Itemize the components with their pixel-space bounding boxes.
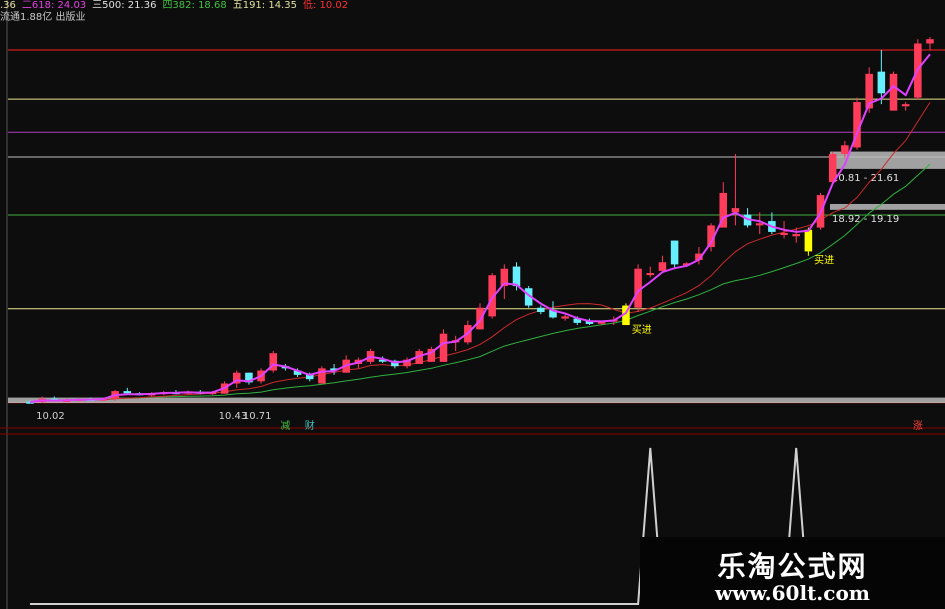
candle-body <box>877 71 886 94</box>
candle-body <box>901 104 910 107</box>
chart-annotation: 10.02 <box>36 411 65 422</box>
chart-window: 20.81 - 21.61 18.92 - 19.19 买进 买进 10.02 10.43… <box>0 0 945 609</box>
stock-info: 流通1.88亿 出版业 <box>0 12 86 23</box>
candle-body <box>926 39 934 44</box>
candle-body <box>123 391 132 394</box>
chart-annotation: 买进 <box>632 324 652 336</box>
price-zone <box>830 203 945 210</box>
legend-item: 低: 10.02 <box>302 0 349 11</box>
oscillator-marker: 财 <box>305 419 315 432</box>
ma-fast-line <box>29 53 931 404</box>
candle-body <box>512 266 521 287</box>
candle-body <box>561 316 569 319</box>
candle-body <box>780 232 788 235</box>
legend-item: 三500: 21.36 <box>92 0 157 11</box>
zone-label: 20.81 - 21.61 <box>832 173 899 184</box>
candle-body <box>658 262 667 271</box>
ma-legend: .36 二618: 24.03 三500: 21.36 四382: 18.68 五191… <box>0 0 354 12</box>
legend-item: .36 <box>0 0 16 11</box>
candle-body <box>889 73 898 111</box>
legend-item: 五191: 14.35 <box>232 0 297 11</box>
price-zone <box>8 397 945 404</box>
candle-body <box>755 223 764 226</box>
oscillator-marker: 减 <box>280 420 290 432</box>
oscillator-marker: 涨 <box>913 420 923 432</box>
candle-body <box>439 333 448 362</box>
candlestick-chart[interactable]: 20.81 - 21.6118.92 - 19.19买进买进10.02 10.43… <box>0 0 945 609</box>
legend-item: 二618: 24.03 <box>21 0 87 11</box>
candle-body <box>804 229 813 252</box>
watermark: 乐淘公式网 www.60lt.com <box>640 537 945 609</box>
candle-body <box>537 307 545 313</box>
candle-body <box>670 240 679 265</box>
watermark-url: www.60lt.com <box>715 581 870 605</box>
chart-annotation: 买进 <box>814 255 834 267</box>
ma-mid-line <box>29 102 931 403</box>
ma-slow-line <box>29 163 931 403</box>
chart-annotation: 10.71 <box>243 411 272 422</box>
watermark-title: 乐淘公式网 <box>717 550 868 583</box>
candle-body <box>792 234 800 237</box>
candle-body <box>646 273 655 276</box>
candle-body <box>841 145 849 154</box>
zone-label: 18.92 - 19.19 <box>832 214 899 225</box>
candle-body <box>731 208 740 213</box>
legend-item: 四382: 18.68 <box>162 0 227 11</box>
